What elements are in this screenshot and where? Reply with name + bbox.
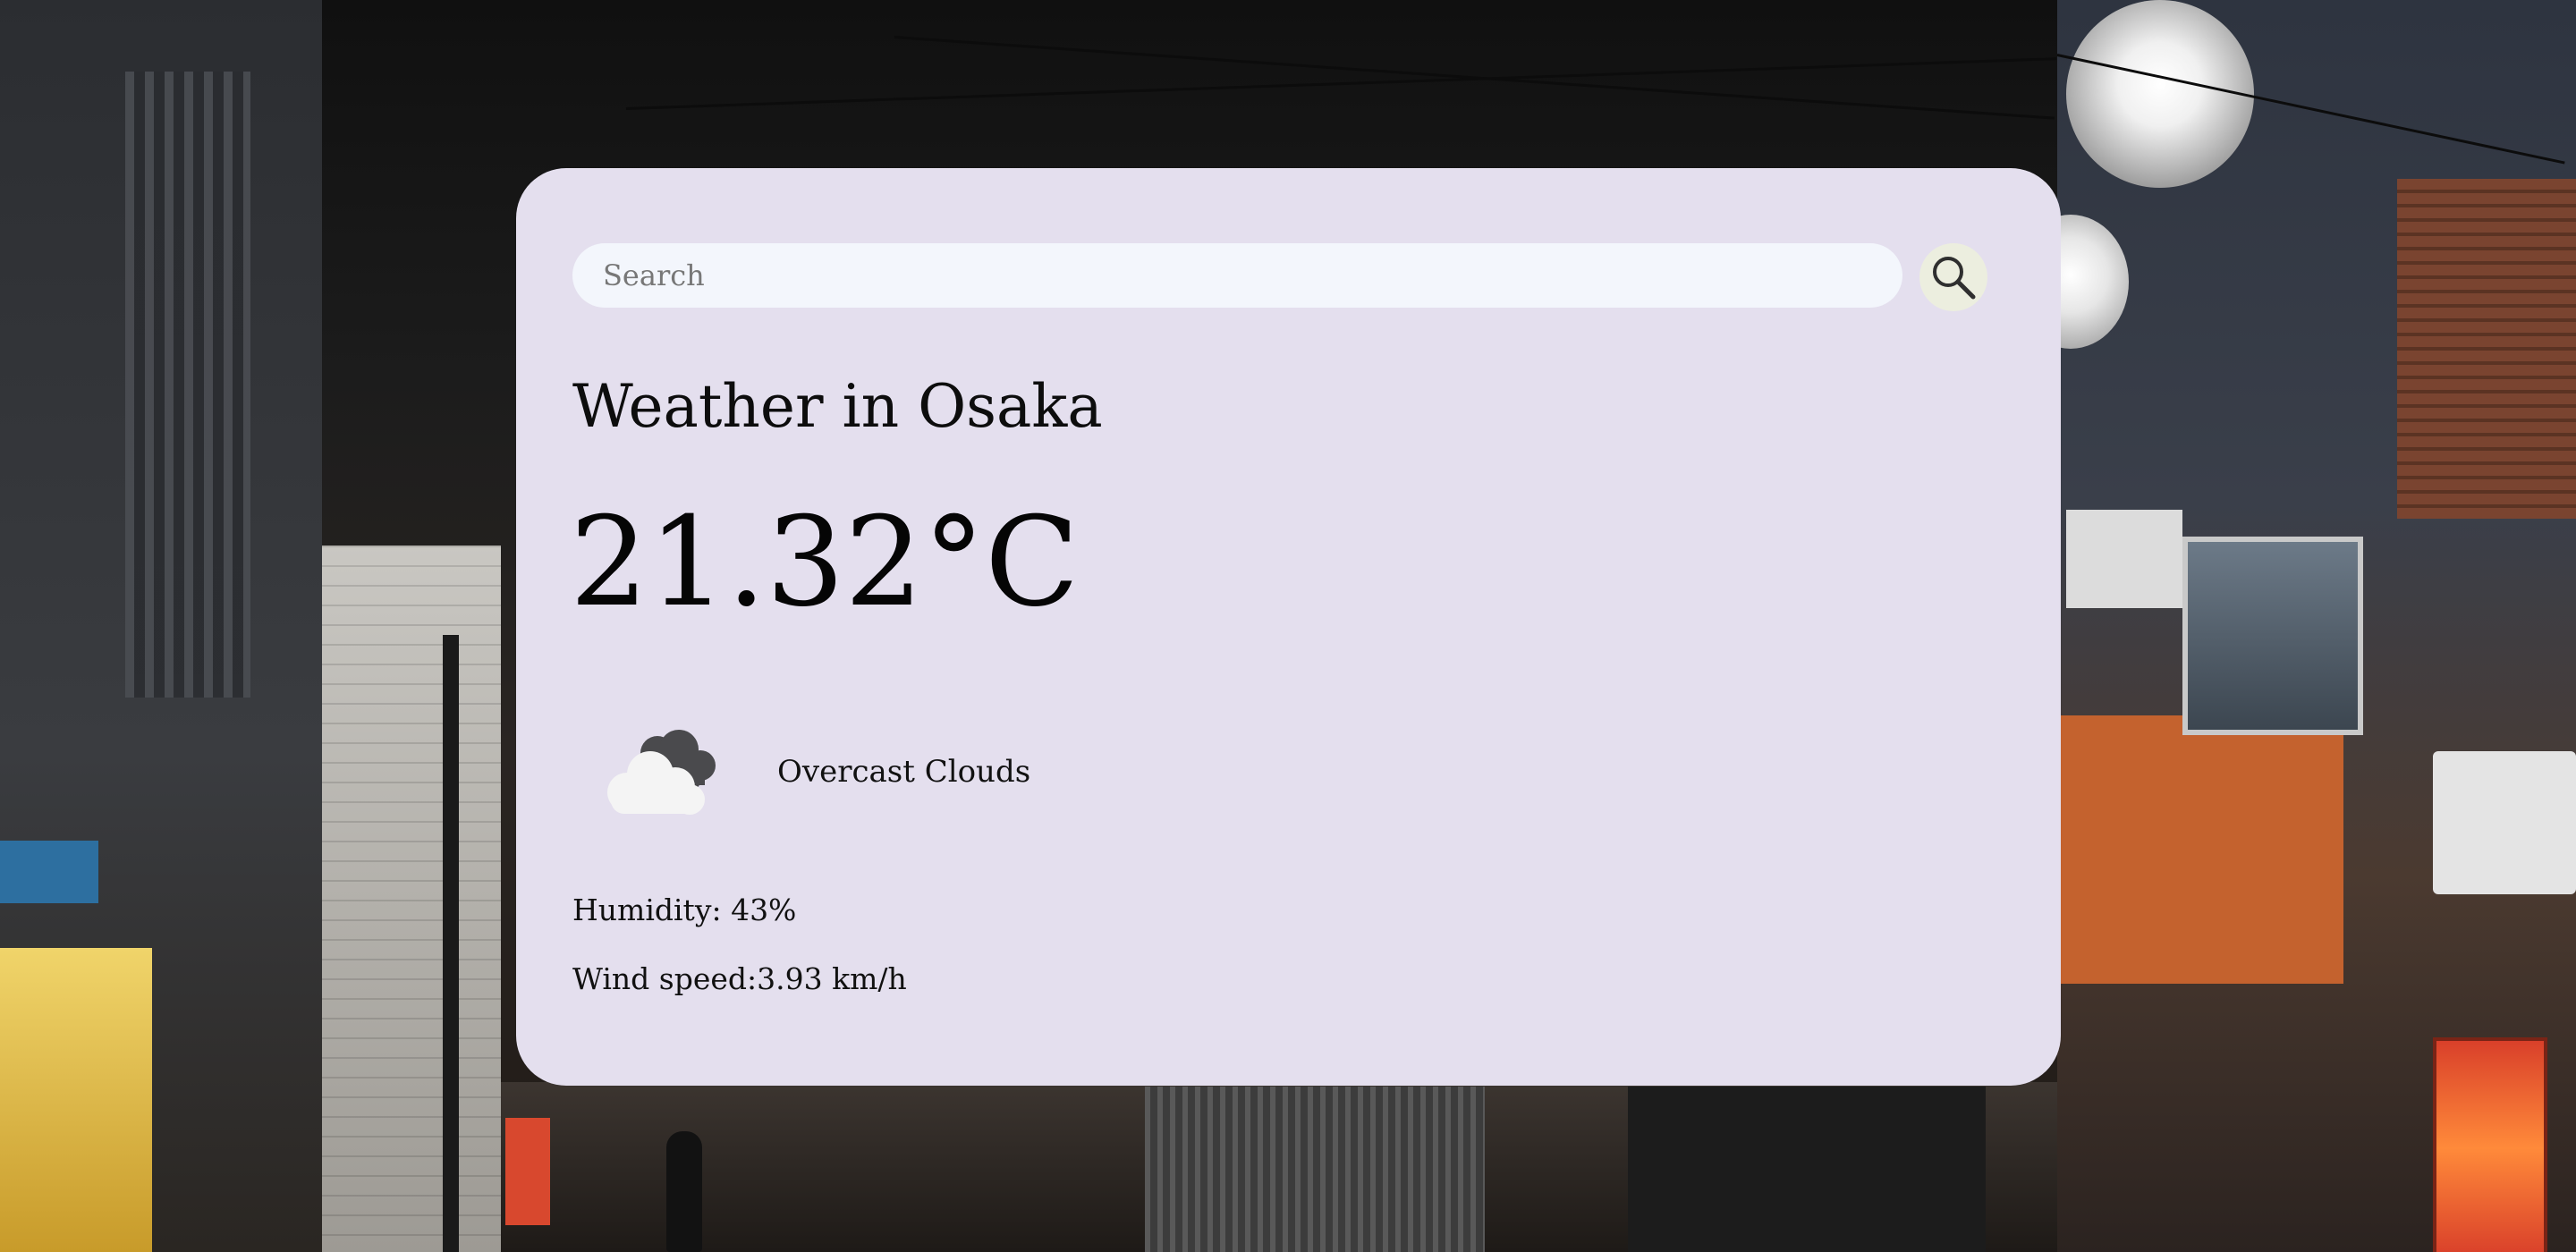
background-shop-front xyxy=(1628,1087,1986,1252)
search-button[interactable] xyxy=(1919,243,1987,311)
background-shop-sign xyxy=(2433,1037,2547,1252)
background-orange-wall xyxy=(2057,715,2343,984)
wind-speed-value: Wind speed:3.93 km/h xyxy=(572,961,907,996)
background-lantern xyxy=(2066,0,2254,188)
overcast-clouds-icon xyxy=(593,723,727,821)
condition-description: Overcast Clouds xyxy=(777,754,1031,790)
search-input[interactable] xyxy=(572,243,1902,308)
background-utility-pole xyxy=(443,635,459,1252)
weather-card: Weather in Osaka 21.32°C xyxy=(516,168,2061,1086)
background-window xyxy=(2182,537,2363,735)
humidity-value: Humidity: 43% xyxy=(572,892,797,927)
background-brick-wall xyxy=(2397,179,2576,519)
background-building-slats xyxy=(125,72,250,698)
search-bar xyxy=(572,243,1990,311)
background-shop-sign xyxy=(0,841,98,903)
temperature-value: 21.32°C xyxy=(570,490,1080,634)
city-title: Weather in Osaka xyxy=(572,372,1103,441)
weather-condition: Overcast Clouds xyxy=(593,723,1030,821)
search-icon xyxy=(1928,251,1979,303)
background-ac-unit xyxy=(2066,510,2182,608)
background-ac-unit xyxy=(2433,751,2576,894)
background-shop-front xyxy=(0,948,152,1252)
background-shutters xyxy=(1145,1087,1485,1252)
background-shop-sign xyxy=(505,1118,550,1225)
background-pedestrian xyxy=(666,1131,702,1252)
background-building-siding xyxy=(322,546,501,1252)
